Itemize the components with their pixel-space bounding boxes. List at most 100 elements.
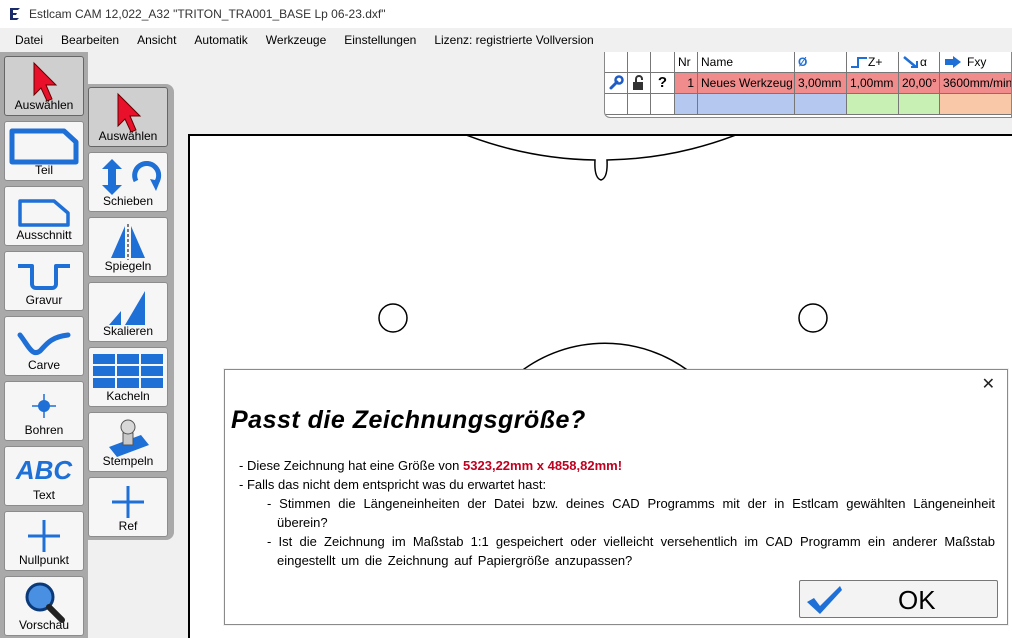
- tool-label: Ref: [118, 519, 138, 533]
- header-alpha[interactable]: α: [899, 52, 940, 73]
- header-zplus[interactable]: Z+: [847, 52, 899, 73]
- reference-plus-icon: [112, 486, 144, 518]
- tool-label: Text: [32, 488, 55, 502]
- tool-label: Auswählen: [98, 129, 158, 143]
- tool-table-row[interactable]: ? 1 Neues Werkzeug 3,00mm 1,00mm 20,00° …: [605, 73, 1011, 94]
- drawing-size-value: 5323,22mm x 4858,82mm!: [463, 458, 623, 473]
- wrench-icon: [609, 75, 624, 90]
- icon-cell: [628, 52, 651, 73]
- empty-cell: [651, 94, 675, 115]
- help-question-icon[interactable]: ?: [651, 73, 675, 94]
- ok-button-label: OK: [898, 585, 936, 615]
- tool-label: Stempeln: [102, 454, 154, 468]
- tool-table-empty-row[interactable]: [605, 94, 1011, 115]
- padlock-icon: [633, 75, 643, 90]
- cell-name[interactable]: Neues Werkzeug: [698, 73, 795, 94]
- menu-automatik[interactable]: Automatik: [185, 28, 256, 52]
- dialog-title: Passt die Zeichnungsgröße?: [231, 406, 586, 434]
- menu-lizenz[interactable]: Lizenz: registrierte Vollversion: [425, 28, 602, 52]
- tiles-grid-icon: [93, 354, 163, 388]
- header-alpha-label: α: [920, 55, 927, 69]
- tool-auswaehlen[interactable]: Auswählen: [4, 56, 84, 116]
- tool-label: Schieben: [102, 194, 154, 208]
- empty-cell: [628, 94, 651, 115]
- menu-ansicht[interactable]: Ansicht: [128, 28, 185, 52]
- red-arrow-cursor-icon: [117, 92, 142, 133]
- cell-diameter[interactable]: 3,00mm: [795, 73, 847, 94]
- subtool-auswaehlen[interactable]: Auswählen: [88, 87, 168, 147]
- size-line: - Diese Zeichnung hat eine Größe von 532…: [239, 456, 999, 475]
- cell-nr[interactable]: 1: [675, 73, 698, 94]
- empty-cell: [605, 94, 628, 115]
- menu-bearbeiten[interactable]: Bearbeiten: [52, 28, 128, 52]
- drawing-size-dialog: ✕ Passt die Zeichnungsgröße? - Diese Zei…: [224, 369, 1008, 625]
- move-rotate-icon: [102, 159, 162, 195]
- tool-vorschau[interactable]: Vorschau: [4, 576, 84, 636]
- tool-teil[interactable]: Teil: [4, 121, 84, 181]
- tool-label: Bohren: [24, 423, 64, 437]
- tool-label: Kacheln: [106, 389, 150, 403]
- tool-label: Vorschau: [18, 618, 70, 632]
- empty-cell[interactable]: [847, 94, 899, 115]
- header-fxy[interactable]: Fxy: [940, 52, 1011, 73]
- subtool-spiegeln[interactable]: Spiegeln: [88, 217, 168, 277]
- empty-cell[interactable]: [698, 94, 795, 115]
- ok-button[interactable]: OK: [799, 580, 998, 618]
- subtool-skalieren[interactable]: Skalieren: [88, 282, 168, 342]
- cell-alpha[interactable]: 20,00°: [899, 73, 940, 94]
- estlcam-app-icon: [10, 8, 20, 20]
- tool-gravur[interactable]: Gravur: [4, 251, 84, 311]
- menu-einstellungen[interactable]: Einstellungen: [335, 28, 425, 52]
- drill-crosshair-icon: [32, 394, 56, 418]
- title-bar: Estlcam CAM 12,022_A32 "TRITON_TRA001_BA…: [0, 0, 1012, 28]
- subtool-schieben[interactable]: Schieben: [88, 152, 168, 212]
- magnifier-icon: [25, 582, 65, 623]
- hint-units: - Stimmen die Längeneinheiten der Datei …: [267, 496, 995, 530]
- abc-text-icon: ABC: [15, 455, 74, 485]
- checkmark-icon: [807, 586, 842, 614]
- header-diameter[interactable]: Ø: [795, 52, 847, 73]
- window-title: Estlcam CAM 12,022_A32 "TRITON_TRA001_BA…: [29, 7, 386, 21]
- header-zplus-label: Z+: [868, 55, 883, 69]
- lock-cell[interactable]: [628, 73, 651, 94]
- angle-arrow-icon: [903, 56, 918, 68]
- header-nr[interactable]: Nr: [675, 52, 698, 73]
- tool-label: Gravur: [25, 293, 63, 307]
- z-step-icon: [851, 57, 867, 68]
- origin-plus-icon: [28, 520, 60, 552]
- tool-table: Nr Name Ø Z+ α Fxy ? 1 Neues Werkzeug 3,…: [604, 52, 1012, 118]
- empty-cell[interactable]: [675, 94, 698, 115]
- wrench-cell[interactable]: [605, 73, 628, 94]
- tool-nullpunkt[interactable]: Nullpunkt: [4, 511, 84, 571]
- menu-datei[interactable]: Datei: [6, 28, 52, 52]
- cell-zplus[interactable]: 1,00mm: [847, 73, 899, 94]
- subtool-stempeln[interactable]: Stempeln: [88, 412, 168, 472]
- cell-fxy[interactable]: 3600mm/min: [940, 73, 1011, 94]
- feed-arrow-icon: [945, 56, 961, 68]
- empty-cell[interactable]: [795, 94, 847, 115]
- menu-werkzeuge[interactable]: Werkzeuge: [257, 28, 335, 52]
- tool-carve[interactable]: Carve: [4, 316, 84, 376]
- icon-cell: [651, 52, 675, 73]
- tool-ausschnitt[interactable]: Ausschnitt: [4, 186, 84, 246]
- empty-cell[interactable]: [899, 94, 940, 115]
- subtool-kacheln[interactable]: Kacheln: [88, 347, 168, 407]
- menu-bar: Datei Bearbeiten Ansicht Automatik Werkz…: [0, 28, 1012, 52]
- tool-label: Auswählen: [14, 98, 74, 112]
- hint-line: - Falls das nicht dem entspricht was du …: [239, 477, 547, 492]
- close-icon[interactable]: ✕: [982, 376, 995, 394]
- stamp-icon: [109, 419, 149, 457]
- empty-cell[interactable]: [940, 94, 1011, 115]
- subtool-ref[interactable]: Ref: [88, 477, 168, 537]
- svg-text:ABC: ABC: [15, 455, 74, 485]
- tool-bohren[interactable]: Bohren: [4, 381, 84, 441]
- tool-text[interactable]: ABC Text: [4, 446, 84, 506]
- header-fxy-label: Fxy: [967, 55, 987, 69]
- header-name[interactable]: Name: [698, 52, 795, 73]
- tool-table-header: Nr Name Ø Z+ α Fxy: [605, 52, 1011, 73]
- carve-wave-icon: [17, 332, 71, 355]
- icon-cell: [605, 52, 628, 73]
- size-line-prefix: - Diese Zeichnung hat eine Größe von: [239, 458, 460, 473]
- cutout-outline-icon: [18, 199, 70, 227]
- tool-label: Teil: [34, 163, 53, 177]
